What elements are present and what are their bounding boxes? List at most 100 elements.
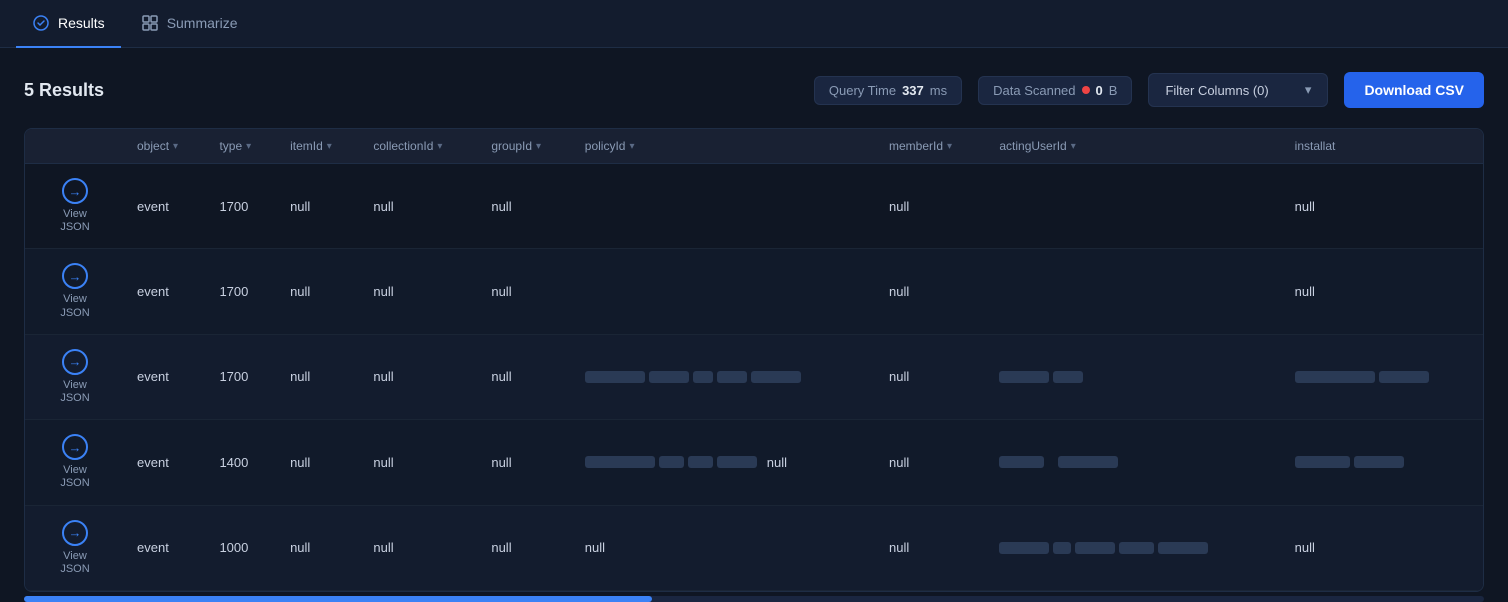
blurred-block: [1379, 371, 1429, 383]
table-row: → ViewJSON event 1700 null null null: [25, 334, 1483, 419]
cell-collectionid: null: [361, 164, 479, 249]
cell-type: 1400: [207, 420, 278, 505]
cell-type: 1700: [207, 249, 278, 334]
arrow-circle-icon: →: [62, 434, 88, 460]
cell-collectionid: null: [361, 334, 479, 419]
chevron-down-icon: ▾: [1305, 82, 1312, 98]
cell-installat: [1283, 420, 1483, 505]
sort-icon-type: ▾: [246, 141, 251, 152]
col-header-memberid[interactable]: memberId ▾: [877, 129, 987, 164]
col-header-action: [25, 129, 125, 164]
blurred-block: [1053, 542, 1071, 554]
cell-groupid: null: [479, 334, 572, 419]
tab-summarize-label: Summarize: [167, 15, 238, 31]
blurred-installat: [1295, 371, 1471, 383]
tab-results[interactable]: Results: [16, 0, 121, 48]
blurred-block: [999, 371, 1049, 383]
cell-memberid: null: [877, 164, 987, 249]
cell-actinguserid: [987, 420, 1282, 505]
horizontal-scrollbar[interactable]: [24, 596, 1484, 602]
cell-policyid: [573, 249, 877, 334]
col-header-object[interactable]: object ▾: [125, 129, 207, 164]
cell-policyid: null: [573, 420, 877, 505]
blurred-actinguserid: [999, 456, 1270, 468]
arrow-circle-icon: →: [62, 178, 88, 204]
sort-icon-object: ▾: [173, 141, 178, 152]
blurred-block: [1295, 456, 1350, 468]
col-header-groupid[interactable]: groupId ▾: [479, 129, 572, 164]
filter-columns-label: Filter Columns (0): [1165, 83, 1268, 98]
cell-installat: [1283, 334, 1483, 419]
cell-installat: null: [1283, 249, 1483, 334]
col-header-collectionid[interactable]: collectionId ▾: [361, 129, 479, 164]
download-csv-button[interactable]: Download CSV: [1344, 72, 1484, 108]
view-json-button[interactable]: → ViewJSON: [37, 263, 113, 319]
col-header-installat[interactable]: installat: [1283, 129, 1483, 164]
sort-icon-policyid: ▾: [629, 141, 634, 152]
cell-policyid: [573, 334, 877, 419]
sort-icon-memberid: ▾: [947, 141, 952, 152]
cell-type: 1000: [207, 505, 278, 590]
cell-memberid: null: [877, 249, 987, 334]
cell-groupid: null: [479, 505, 572, 590]
tab-results-label: Results: [58, 15, 105, 31]
query-time-label: Query Time: [829, 83, 896, 98]
cell-collectionid: null: [361, 505, 479, 590]
col-header-itemid[interactable]: itemId ▾: [278, 129, 361, 164]
scrollbar-thumb[interactable]: [24, 596, 652, 602]
table-row: → ViewJSON event 1000 null null null nul…: [25, 505, 1483, 590]
view-json-cell: → ViewJSON: [25, 249, 125, 334]
cell-installat: null: [1283, 164, 1483, 249]
blurred-block: [649, 371, 689, 383]
arrow-circle-icon: →: [62, 349, 88, 375]
table-row: → ViewJSON event 1700 null null null nul…: [25, 164, 1483, 249]
cell-itemid: null: [278, 334, 361, 419]
blurred-block: [585, 371, 645, 383]
cell-installat: null: [1283, 505, 1483, 590]
grid-icon: [141, 14, 159, 32]
cell-policyid: [573, 164, 877, 249]
blurred-block: [1119, 542, 1154, 554]
cell-collectionid: null: [361, 420, 479, 505]
view-json-button[interactable]: → ViewJSON: [37, 178, 113, 234]
col-header-actinguserid[interactable]: actingUserId ▾: [987, 129, 1282, 164]
sort-icon-itemid: ▾: [327, 141, 332, 152]
blurred-block: [1075, 542, 1115, 554]
arrow-circle-icon: →: [62, 520, 88, 546]
blurred-block: [1158, 542, 1208, 554]
table-row: → ViewJSON event 1400 null null null: [25, 420, 1483, 505]
blurred-block: [1295, 371, 1375, 383]
filter-columns-button[interactable]: Filter Columns (0) ▾: [1148, 73, 1328, 107]
view-json-cell: → ViewJSON: [25, 164, 125, 249]
cell-type: 1700: [207, 334, 278, 419]
view-json-button[interactable]: → ViewJSON: [37, 349, 113, 405]
cell-itemid: null: [278, 164, 361, 249]
cell-actinguserid: [987, 505, 1282, 590]
blurred-block: [659, 456, 684, 468]
table-row: → ViewJSON event 1700 null null null nul…: [25, 249, 1483, 334]
cell-groupid: null: [479, 420, 572, 505]
table-header-row: object ▾ type ▾ itemId ▾: [25, 129, 1483, 164]
blurred-block: [693, 371, 713, 383]
cell-itemid: null: [278, 505, 361, 590]
tab-summarize[interactable]: Summarize: [125, 0, 254, 48]
data-scanned-badge: Data Scanned 0 B: [978, 76, 1132, 105]
view-json-button[interactable]: → ViewJSON: [37, 434, 113, 490]
view-json-cell: → ViewJSON: [25, 505, 125, 590]
data-scanned-unit: B: [1109, 83, 1118, 98]
query-time-value: 337: [902, 83, 924, 98]
sort-icon-collectionid: ▾: [437, 141, 442, 152]
col-header-type[interactable]: type ▾: [207, 129, 278, 164]
blurred-block: [717, 456, 757, 468]
blurred-actinguserid: [999, 542, 1270, 554]
col-header-policyid[interactable]: policyId ▾: [573, 129, 877, 164]
top-nav: Results Summarize: [0, 0, 1508, 48]
cell-object: event: [125, 164, 207, 249]
results-table: object ▾ type ▾ itemId ▾: [25, 129, 1483, 591]
blurred-policyid: [585, 371, 865, 383]
results-icon: [32, 14, 50, 32]
blurred-block: [1354, 456, 1404, 468]
view-json-button[interactable]: → ViewJSON: [37, 520, 113, 576]
blurred-block: [717, 371, 747, 383]
cell-actinguserid: [987, 164, 1282, 249]
